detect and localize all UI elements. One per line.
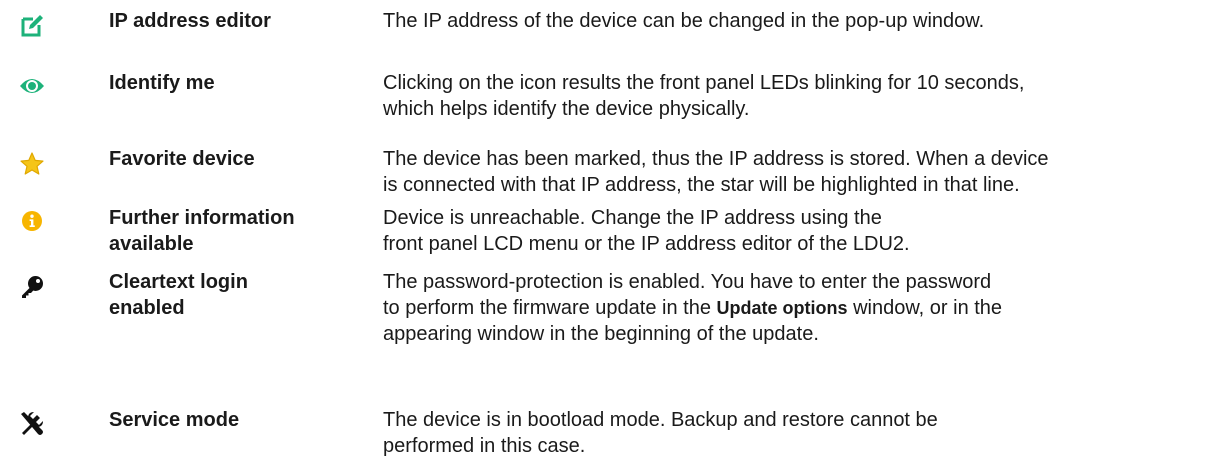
legend-name: IP address editor [109, 8, 359, 34]
description-line: The password-protection is enabled. You … [383, 271, 992, 293]
legend-description: The IP address of the device can be chan… [383, 8, 1218, 34]
name-line: Favorite device [109, 148, 255, 170]
legend-description: Device is unreachable. Change the IP add… [383, 205, 1218, 257]
name-line: Cleartext login [109, 271, 248, 293]
edit-icon [16, 10, 48, 42]
name-line: available [109, 233, 194, 255]
name-line: Further information [109, 207, 295, 229]
legend-name: Further information available [109, 205, 359, 257]
name-line: Identify me [109, 72, 215, 94]
description-line: The IP address of the device can be chan… [383, 10, 985, 32]
legend-description: Clicking on the icon results the front p… [383, 70, 1218, 122]
description-line: The device is in bootload mode. Backup a… [383, 409, 938, 431]
description-line: is connected with that IP address, the s… [383, 174, 1020, 196]
description-line: The device has been marked, thus the IP … [383, 148, 1049, 170]
legend-description: The password-protection is enabled. You … [383, 269, 1218, 347]
description-text: to perform the firmware update in the [383, 297, 711, 319]
name-line: IP address editor [109, 10, 271, 32]
legend-description: The device has been marked, thus the IP … [383, 146, 1218, 198]
legend-name: Favorite device [109, 146, 359, 172]
name-line: enabled [109, 297, 185, 319]
description-line: which helps identify the device physical… [383, 98, 750, 120]
info-icon [16, 205, 48, 237]
name-line: Service mode [109, 409, 240, 431]
legend-name: Cleartext login enabled [109, 269, 359, 321]
icon-legend-table: IP address editor The IP address of the … [0, 0, 1223, 464]
description-text: window, or in the [853, 297, 1003, 319]
description-line-with-emphasis: to perform the firmware update in the Up… [383, 295, 1218, 321]
legend-description: The device is in bootload mode. Backup a… [383, 407, 1218, 459]
update-options-label: Update options [716, 298, 848, 318]
description-line: performed in this case. [383, 435, 586, 457]
eye-icon [16, 70, 48, 102]
description-line: appearing window in the beginning of the… [383, 323, 819, 345]
description-line: front panel LCD menu or the IP address e… [383, 233, 910, 255]
star-icon [16, 148, 48, 180]
legend-name: Identify me [109, 70, 359, 96]
description-line: Clicking on the icon results the front p… [383, 72, 1025, 94]
key-icon [16, 271, 48, 303]
tools-icon [16, 407, 48, 439]
description-line: Device is unreachable. Change the IP add… [383, 207, 882, 229]
legend-name: Service mode [109, 407, 359, 433]
